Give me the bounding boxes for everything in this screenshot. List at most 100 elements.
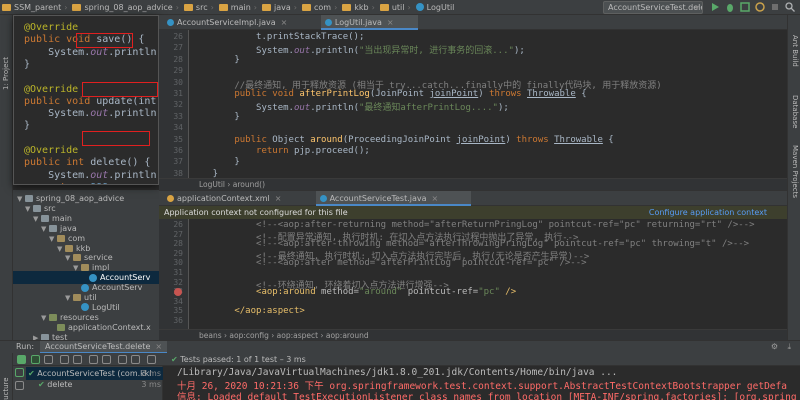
folder-icon [301,3,311,11]
previous-failed-icon[interactable] [118,355,127,364]
line-number: 32 [173,277,183,287]
code-line: } [191,112,239,122]
show-passed-icon[interactable] [31,355,40,364]
close-icon[interactable]: × [275,194,282,203]
breadcrumb-label: SSM_parent [14,2,62,12]
run-panel-header: Run: AccountServiceTest.delete × ⚙ ⤓ [0,340,800,353]
expand-arrow-icon[interactable]: ▶ [33,332,41,340]
chevron-right-icon: › [334,2,338,12]
database-tool-button[interactable]: Database [791,95,799,128]
line-number: 34 [173,296,183,306]
file-icon [167,19,174,26]
code-token: /> [499,287,517,298]
breadcrumb-label: spring_08_aop_advice [84,2,173,12]
code-token: 999 [90,182,108,184]
stop-icon[interactable] [769,1,781,13]
popup-code-line: @Override [24,22,78,33]
ant-build-tool-button[interactable]: Ant Build [791,35,799,67]
run-config-tab[interactable]: AccountServiceTest.delete × [40,341,168,353]
popup-code-line: public void update(int i) [24,96,158,107]
code-token: public [191,134,273,145]
maven-projects-tool-button[interactable]: Maven Projects [791,145,799,198]
close-icon[interactable]: × [281,18,288,27]
project-tool-button[interactable]: 1: Project [2,57,10,90]
search-icon[interactable] [784,1,796,13]
breadcrumb-item[interactable]: com › [300,3,340,12]
code-token: (JoinPoint [369,89,430,99]
breadcrumb-label: java [274,2,291,12]
code-token: return [24,182,90,184]
editor-breadcrumb-item[interactable]: LogUtil [199,180,225,189]
stop-run-icon[interactable] [15,368,24,377]
debug-icon[interactable] [724,1,736,13]
close-icon[interactable]: × [387,18,394,27]
line-number: 37 [173,157,183,167]
breadcrumb-item[interactable]: kkb › [340,3,378,12]
code-area-bottom[interactable]: <!--<aop:after-returning method="afterRe… [191,219,787,329]
next-failed-icon[interactable] [131,355,140,364]
breadcrumb-item[interactable]: spring_08_aop_advice › [70,3,181,12]
line-number: 30 [173,77,183,87]
code-token: "around" [358,287,403,298]
breadcrumb-item[interactable]: main › [217,3,260,12]
show-ignored-icon[interactable] [44,355,53,364]
tree-item-label: test [52,332,68,340]
editor-tab[interactable]: AccountServiceImpl.java × [163,15,319,30]
profile-icon[interactable] [754,1,766,13]
tree-item[interactable]: ▶ test [13,331,159,340]
code-token: System. [24,46,91,58]
breadcrumb-item[interactable]: src › [182,3,217,12]
chevron-right-icon: › [318,331,326,340]
expand-all-icon[interactable] [89,355,98,364]
breadcrumb: SSM_parent › spring_08_aop_advice › src › main… [0,3,457,12]
quick-definition-popup: return 999; System.out.println("public i… [13,15,159,185]
tab-label: AccountServiceImpl.java [177,18,276,27]
run-configuration-select[interactable]: AccountServiceTest.delete ▾ [603,1,703,14]
line-gutter-bottom: 2627282930313233343536 [159,219,189,329]
editor-bottom: applicationContext.xml × AccountServiceTes… [159,190,787,341]
sort-duration-icon[interactable] [73,355,82,364]
more-options-icon[interactable] [147,355,156,364]
editor-breadcrumb-item[interactable]: aop:config [229,331,268,340]
code-token: ); [513,46,525,57]
line-number: 32 [173,100,183,110]
close-icon[interactable]: × [155,342,162,351]
editor-breadcrumb-item[interactable]: around() [233,180,265,189]
folder-icon [218,3,228,11]
editor-tab[interactable]: AccountServiceTest.java × [315,191,472,206]
chevron-right-icon: › [407,2,411,12]
run-icon[interactable] [709,1,721,13]
configure-context-link[interactable]: Configure application context [649,206,767,219]
close-icon[interactable]: × [432,194,439,203]
navigation-bar: SSM_parent › spring_08_aop_advice › src › main… [0,0,800,15]
breadcrumb-item[interactable]: java › [260,3,300,12]
console-output[interactable]: /Library/Java/JavaVirtualMachines/jdk1.8… [163,366,800,400]
editor-breadcrumb-item[interactable]: beans [199,331,222,340]
line-number: 29 [173,66,183,76]
structure-tool-button[interactable]: Structure [2,377,10,400]
code-area-top[interactable]: t.printStackTrace(); System.out.println(… [191,30,787,178]
editor-breadcrumb-top: LogUtil › around() [159,178,787,190]
collapse-all-icon[interactable] [102,355,111,364]
console-line: /Library/Java/JavaVirtualMachines/jdk1.8… [177,367,618,378]
coverage-icon[interactable] [739,1,751,13]
breadcrumb-item[interactable]: util › [378,3,414,12]
sort-alpha-icon[interactable] [60,355,69,364]
editor-tab[interactable]: applicationContext.xml × [163,191,314,206]
code-token: (ProceedingJoinPoint [342,134,457,145]
notification-banner: Application context not configured for t… [159,206,787,219]
editor-breadcrumb-item[interactable]: aop:around [326,331,369,340]
popup-code-line: return 999; [24,182,114,184]
editor-tab[interactable]: LogUtil.java × [320,15,419,30]
rerun-icon[interactable] [17,355,26,364]
banner-text: Application context not configured for t… [164,208,348,217]
breadcrumb-item[interactable]: SSM_parent › [0,3,70,12]
pin-tab-icon[interactable] [15,381,24,390]
code-token: .println(" [108,46,158,58]
breadcrumb-label: com [313,2,332,12]
settings-icon[interactable]: ⚙ [771,341,778,353]
test-item[interactable]: ✔ delete 3 ms [26,378,163,391]
editor-breadcrumb-item[interactable]: aop:aspect [277,331,318,340]
breadcrumb-item[interactable]: LogUtil [414,3,458,12]
minimize-icon[interactable]: ⤓ [787,341,791,353]
